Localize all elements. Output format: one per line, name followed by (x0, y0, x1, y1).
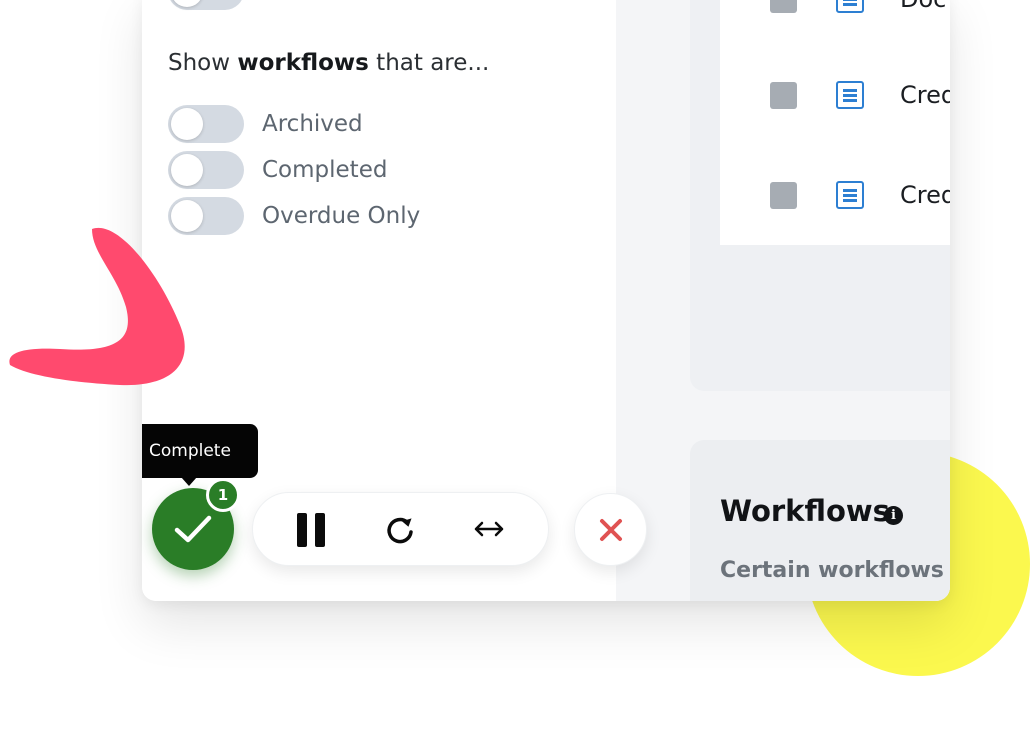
pause-icon[interactable] (297, 513, 325, 547)
toggle-knob (171, 0, 203, 7)
document-list-icon (836, 0, 864, 13)
complete-tooltip: Complete (142, 424, 258, 478)
row-checkbox[interactable] (770, 82, 797, 109)
close-icon (600, 519, 622, 541)
playback-controls (252, 492, 549, 566)
document-list-icon (836, 81, 864, 109)
check-icon (174, 515, 212, 543)
toggle-archived[interactable] (168, 105, 244, 143)
content-pane: Doc Cred Cred Workflows i Certain workfl… (616, 0, 950, 601)
info-icon[interactable]: i (884, 506, 903, 525)
toggle-label-archived: Archived (262, 111, 363, 137)
row-checkbox[interactable] (770, 0, 797, 13)
toggle-knob (171, 154, 203, 186)
filter-heading-prefix: Show (168, 50, 238, 76)
tooltip-arrow (181, 477, 197, 486)
refresh-icon[interactable] (385, 515, 417, 545)
row-title: Cred (900, 81, 950, 109)
workflows-card: Workflows i Certain workflows (690, 440, 950, 601)
toggle-completed[interactable] (168, 151, 244, 189)
document-list-icon (836, 181, 864, 209)
toggle-knob (171, 108, 203, 140)
toggle-partial[interactable] (168, 0, 244, 10)
document-list: Doc Cred Cred (720, 0, 950, 245)
decorative-pink-swoosh (9, 227, 185, 386)
toggle-label-overdue-only: Overdue Only (262, 203, 421, 229)
workflows-title: Workflows (720, 494, 890, 528)
toggle-label-completed: Completed (262, 157, 388, 183)
filter-heading-suffix: that are... (368, 50, 490, 76)
row-title: Cred (900, 181, 950, 209)
resize-horizontal-icon[interactable] (473, 517, 505, 541)
row-title: Doc (900, 0, 946, 14)
row-checkbox[interactable] (770, 182, 797, 209)
close-button[interactable] (574, 493, 647, 566)
filter-heading: Show workflows that are... (168, 48, 489, 78)
complete-count-badge: 1 (206, 478, 240, 512)
workflows-subtitle: Certain workflows (720, 558, 944, 583)
filter-heading-bold: workflows (237, 50, 369, 76)
